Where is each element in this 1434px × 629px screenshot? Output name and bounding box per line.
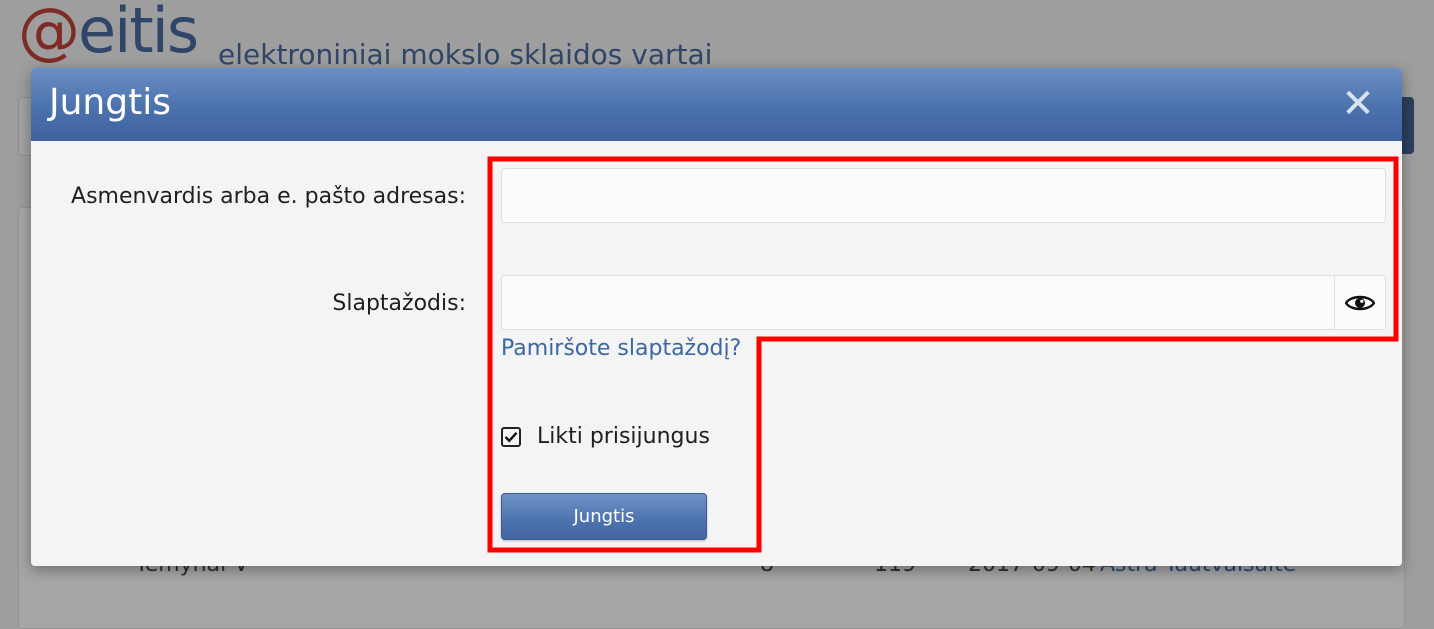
password-input[interactable] [502,276,1334,329]
remember-me-label: Likti prisijungus [537,424,710,449]
logo-at: @ [18,0,80,67]
remember-me-toggle[interactable]: Likti prisijungus [501,424,710,449]
modal-title: Jungtis [49,82,171,123]
close-icon: ✕ [1341,81,1375,127]
show-password-button[interactable] [1334,276,1385,329]
login-submit-button[interactable]: Jungtis [501,493,707,540]
site-logo: @eitis [18,0,199,62]
username-input[interactable] [501,168,1386,223]
remember-me-checkbox[interactable] [501,426,521,447]
logo-text: eitis [78,0,199,67]
modal-header: Jungtis ✕ [31,68,1402,141]
login-modal: Jungtis ✕ Asmenvardis arba e. pašto adre… [31,68,1402,566]
password-label: Slaptažodis: [332,291,466,316]
eye-icon [1345,295,1375,310]
site-tagline: elektroniniai mokslo sklaidos vartai [218,38,713,71]
username-label: Asmenvardis arba e. pašto adresas: [71,184,466,209]
checkmark-icon [504,431,518,443]
close-button[interactable]: ✕ [1338,84,1378,124]
forgot-password-link[interactable]: Pamiršote slaptažodį? [501,336,741,361]
password-field [501,275,1386,330]
